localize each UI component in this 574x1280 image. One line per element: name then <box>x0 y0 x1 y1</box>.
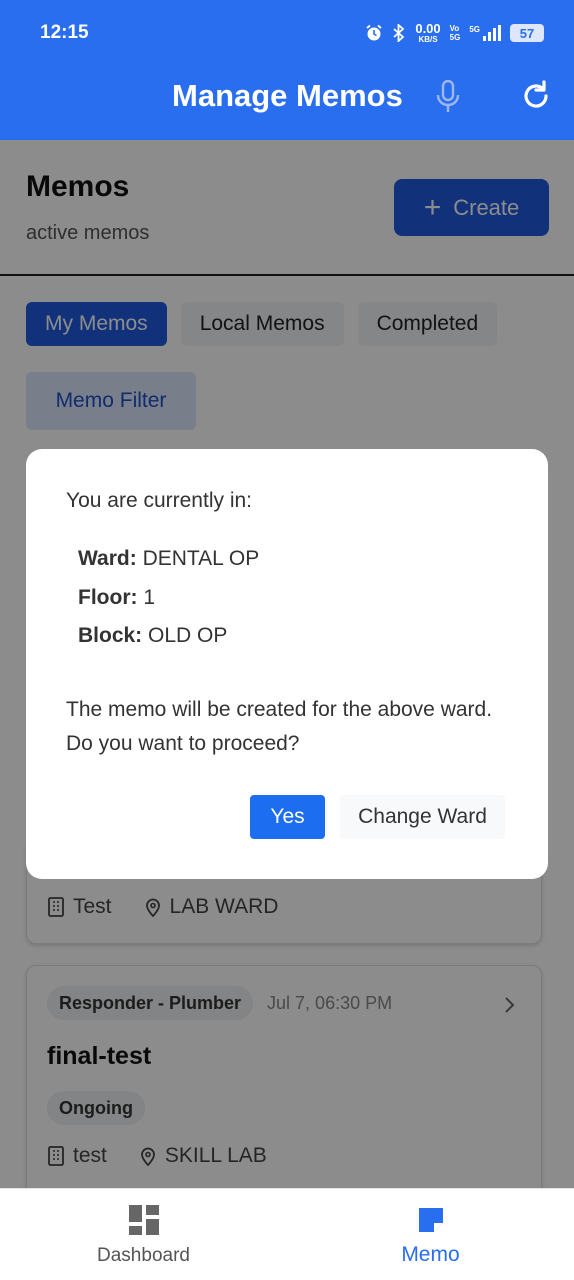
dialog-message: The memo will be created for the above w… <box>66 698 493 755</box>
refresh-icon[interactable] <box>520 80 552 112</box>
ward-confirm-dialog: You are currently in: Ward: DENTAL OP Fl… <box>26 449 548 879</box>
nav-memo[interactable]: Memo <box>287 1189 574 1280</box>
dialog-intro: You are currently in: <box>66 489 252 512</box>
volte-indicator: Vo 5G <box>449 24 461 42</box>
floor-label: Floor: <box>78 586 138 609</box>
dialog-floor-line: Floor: 1 <box>78 586 155 610</box>
bottom-nav: Dashboard Memo <box>0 1188 574 1280</box>
ward-label: Ward: <box>78 547 137 570</box>
nav-memo-label: Memo <box>401 1243 460 1266</box>
page-title: Manage Memos <box>172 78 403 113</box>
dashboard-icon <box>128 1205 159 1235</box>
network-speed: 0.00 KB/S <box>415 20 441 44</box>
bluetooth-icon <box>393 24 405 42</box>
block-label: Block: <box>78 624 143 647</box>
change-ward-button[interactable]: Change Ward <box>340 795 505 839</box>
dialog-ward-line: Ward: DENTAL OP <box>78 547 259 571</box>
alarm-icon <box>366 24 382 41</box>
nav-dashboard-label: Dashboard <box>97 1245 190 1266</box>
status-bar: 12:15 0.00 KB/S Vo 5G 5G 57 <box>40 18 544 48</box>
memo-icon <box>418 1208 443 1232</box>
yes-button[interactable]: Yes <box>250 795 325 839</box>
status-icons: 0.00 KB/S Vo 5G 5G 57 <box>365 20 544 44</box>
app-bar: 12:15 0.00 KB/S Vo 5G 5G 57 Manage Memos <box>0 0 574 140</box>
status-time: 12:15 <box>40 22 89 43</box>
block-value: OLD OP <box>148 624 228 647</box>
signal-icon: 5G <box>469 25 501 41</box>
nav-dashboard[interactable]: Dashboard <box>0 1189 287 1280</box>
floor-value: 1 <box>143 586 156 609</box>
battery-icon: 57 <box>510 24 544 42</box>
dialog-block-line: Block: OLD OP <box>78 624 227 648</box>
microphone-icon[interactable] <box>434 80 462 114</box>
ward-value: DENTAL OP <box>142 547 260 570</box>
